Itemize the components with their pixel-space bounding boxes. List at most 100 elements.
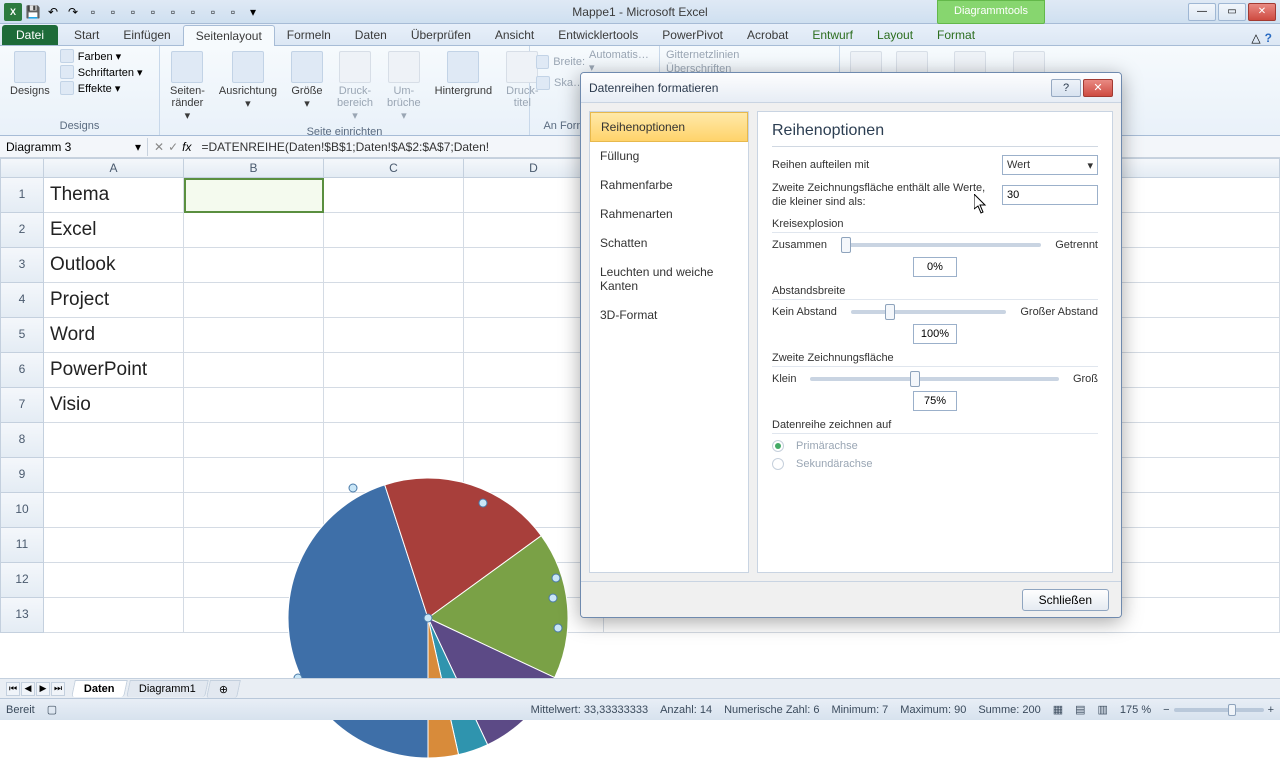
row-header[interactable]: 7 <box>0 388 44 423</box>
designs-button[interactable]: Designs <box>6 49 54 99</box>
row-header[interactable]: 12 <box>0 563 44 598</box>
tab-entwicklertools[interactable]: Entwicklertools <box>546 25 650 45</box>
cell[interactable]: Excel <box>44 213 184 248</box>
farben-button[interactable]: Farben ▾ <box>60 49 143 63</box>
save-icon[interactable]: 💾 <box>24 3 42 21</box>
cell[interactable]: Thema <box>44 178 184 213</box>
secondplot-slider[interactable] <box>810 377 1058 381</box>
row-header[interactable]: 3 <box>0 248 44 283</box>
hintergrund-button[interactable]: Hintergrund <box>431 49 496 99</box>
nav-leuchten[interactable]: Leuchten und weiche Kanten <box>590 258 748 301</box>
tab-entwurf[interactable]: Entwurf <box>800 25 865 45</box>
help-icon[interactable]: ? <box>1265 31 1272 45</box>
ausrichtung-button[interactable]: Ausrichtung ▾ <box>215 49 281 112</box>
schriftarten-button[interactable]: Schriftarten ▾ <box>60 65 143 79</box>
redo-icon[interactable]: ↷ <box>64 3 82 21</box>
tab-format[interactable]: Format <box>925 25 987 45</box>
zoom-out-button[interactable]: − <box>1163 704 1169 716</box>
qat-item-icon[interactable]: ▫ <box>84 3 102 21</box>
enter-formula-icon[interactable]: ✓ <box>168 140 178 154</box>
name-box[interactable]: Diagramm 3▾ <box>0 138 148 156</box>
close-dialog-button[interactable]: Schließen <box>1022 589 1109 611</box>
gap-slider[interactable] <box>851 310 1007 314</box>
tab-start[interactable]: Start <box>62 25 111 45</box>
dialog-help-button[interactable]: ? <box>1051 79 1081 97</box>
nav-rahmenarten[interactable]: Rahmenarten <box>590 200 748 229</box>
dialog-close-button[interactable]: ✕ <box>1083 79 1113 97</box>
macro-record-icon[interactable]: ▢ <box>47 703 57 716</box>
row-header[interactable]: 4 <box>0 283 44 318</box>
nav-rahmenfarbe[interactable]: Rahmenfarbe <box>590 171 748 200</box>
row-header[interactable]: 8 <box>0 423 44 458</box>
cell[interactable]: Project <box>44 283 184 318</box>
qat-item-icon[interactable]: ▫ <box>224 3 242 21</box>
col-header[interactable]: B <box>184 158 324 178</box>
qat-customize-icon[interactable]: ▾ <box>244 3 262 21</box>
row-header[interactable]: 9 <box>0 458 44 493</box>
cell[interactable]: Visio <box>44 388 184 423</box>
row-header[interactable]: 1 <box>0 178 44 213</box>
tab-seitenlayout[interactable]: Seitenlayout <box>183 25 275 46</box>
qat-item-icon[interactable]: ▫ <box>124 3 142 21</box>
sheet-nav-last-icon[interactable]: ⏭ <box>51 682 65 696</box>
zoom-level[interactable]: 175 % <box>1120 704 1151 716</box>
col-header[interactable]: A <box>44 158 184 178</box>
tab-powerpivot[interactable]: PowerPivot <box>650 25 735 45</box>
zoom-slider[interactable] <box>1174 708 1264 712</box>
tab-ansicht[interactable]: Ansicht <box>483 25 546 45</box>
explosion-val[interactable]: 0% <box>913 257 957 277</box>
col-header[interactable]: C <box>324 158 464 178</box>
tab-ueberpruefen[interactable]: Überprüfen <box>399 25 483 45</box>
file-tab[interactable]: Datei <box>2 25 58 45</box>
nav-schatten[interactable]: Schatten <box>590 229 748 258</box>
sheet-nav-first-icon[interactable]: ⏮ <box>6 682 20 696</box>
view-pagebreak-icon[interactable]: ▥ <box>1098 703 1108 716</box>
undo-icon[interactable]: ↶ <box>44 3 62 21</box>
ribbon-minimize-icon[interactable]: △ <box>1251 31 1260 45</box>
qat-item-icon[interactable]: ▫ <box>204 3 222 21</box>
nav-3dformat[interactable]: 3D-Format <box>590 301 748 330</box>
cell[interactable] <box>324 178 464 213</box>
tab-acrobat[interactable]: Acrobat <box>735 25 800 45</box>
cell[interactable]: Word <box>44 318 184 353</box>
explosion-slider[interactable] <box>841 243 1041 247</box>
row-header[interactable]: 2 <box>0 213 44 248</box>
split-combo[interactable]: Wert▾ <box>1002 155 1098 175</box>
new-sheet-button[interactable]: ⊕ <box>207 680 242 698</box>
cell[interactable] <box>184 178 324 213</box>
pie-chart[interactable] <box>278 458 578 778</box>
qat-item-icon[interactable]: ▫ <box>104 3 122 21</box>
view-pagelayout-icon[interactable]: ▤ <box>1075 703 1085 716</box>
tab-einfuegen[interactable]: Einfügen <box>111 25 182 45</box>
zoom-in-button[interactable]: + <box>1268 704 1274 716</box>
cell[interactable]: Outlook <box>44 248 184 283</box>
qat-item-icon[interactable]: ▫ <box>164 3 182 21</box>
cell[interactable]: PowerPoint <box>44 353 184 388</box>
tab-layout[interactable]: Layout <box>865 25 925 45</box>
view-normal-icon[interactable]: ▦ <box>1053 703 1063 716</box>
select-all-corner[interactable] <box>0 158 44 178</box>
row-header[interactable]: 13 <box>0 598 44 633</box>
fx-icon[interactable]: fx <box>182 140 191 154</box>
tab-formeln[interactable]: Formeln <box>275 25 343 45</box>
close-button[interactable]: ✕ <box>1248 3 1276 21</box>
maximize-button[interactable]: ▭ <box>1218 3 1246 21</box>
qat-item-icon[interactable]: ▫ <box>144 3 162 21</box>
seitenraender-button[interactable]: Seiten- ränder ▾ <box>166 49 209 124</box>
sheet-nav-next-icon[interactable]: ▶ <box>36 682 50 696</box>
sheet-nav-prev-icon[interactable]: ◀ <box>21 682 35 696</box>
sheet-tab[interactable]: Diagramm1 <box>126 680 208 697</box>
groesse-button[interactable]: Größe ▾ <box>287 49 327 112</box>
tab-daten[interactable]: Daten <box>343 25 399 45</box>
row-header[interactable]: 5 <box>0 318 44 353</box>
row-header[interactable]: 6 <box>0 353 44 388</box>
excel-icon[interactable]: X <box>4 3 22 21</box>
secondplot-val[interactable]: 75% <box>913 391 957 411</box>
cancel-formula-icon[interactable]: ✕ <box>154 140 164 154</box>
row-header[interactable]: 10 <box>0 493 44 528</box>
row-header[interactable]: 11 <box>0 528 44 563</box>
gap-val[interactable]: 100% <box>913 324 957 344</box>
sheet-tab[interactable]: Daten <box>71 680 127 697</box>
effekte-button[interactable]: Effekte ▾ <box>60 81 143 95</box>
nav-fuellung[interactable]: Füllung <box>590 142 748 171</box>
